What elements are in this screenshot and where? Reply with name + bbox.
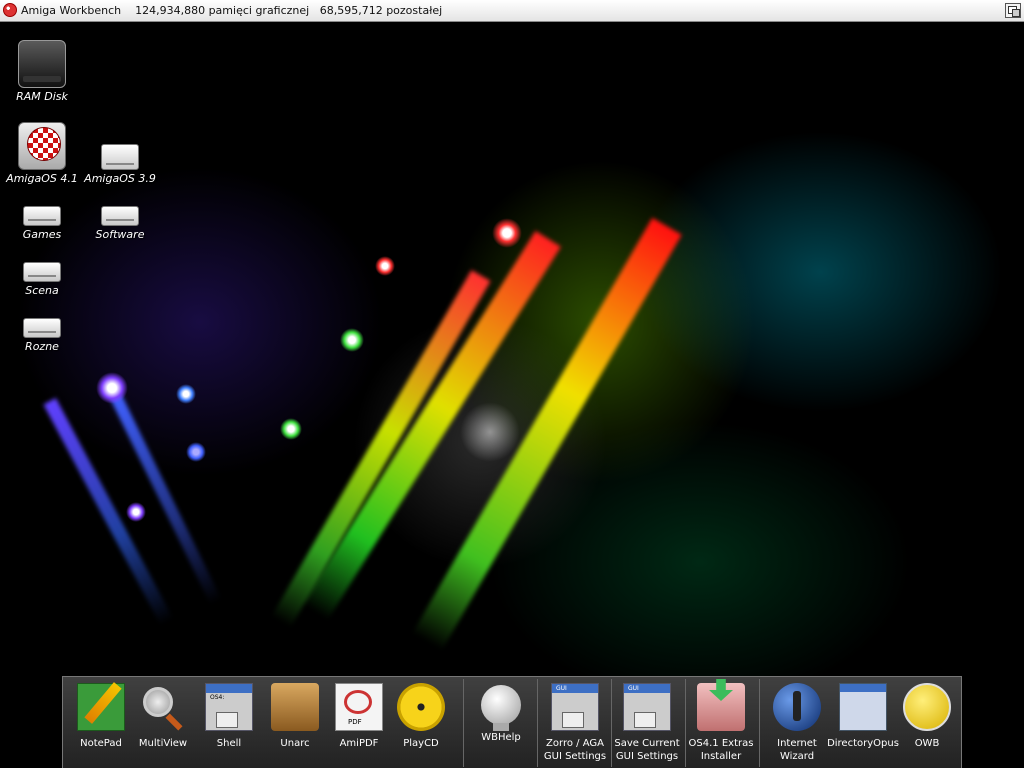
dock-item-label: Shell [216, 738, 242, 749]
icon-label: Games [22, 228, 62, 241]
scena-volume-icon[interactable]: Scena [2, 262, 82, 297]
games-volume-icon[interactable]: Games [2, 206, 82, 241]
ram-disk-icon[interactable]: RAM Disk [2, 40, 82, 103]
icon-label: Software [95, 228, 145, 241]
screen-title-bar[interactable]: Amiga Workbench 124,934,880 pamięci graf… [0, 0, 1024, 22]
boing-ball-drive-icon [18, 122, 66, 170]
notepad-icon [77, 683, 125, 731]
light-ray-decoration [43, 397, 174, 626]
dock-item-save-current-gui-settings[interactable]: GUI Save Current GUI Settings [609, 683, 685, 763]
dock-item-owb[interactable]: OWB [889, 683, 965, 750]
dock-item-internet-wizard[interactable]: Internet Wizard [759, 683, 835, 763]
directory-opus-icon [839, 683, 887, 731]
amidock: NotePad MultiView OS4: Shell Unarc PDF A… [62, 676, 962, 768]
dock-item-label: MultiView [138, 738, 188, 749]
gui-icon-text: GUI [556, 685, 567, 692]
dock-item-label: PlayCD [403, 738, 439, 749]
shell-window-icon: OS4: [205, 683, 253, 731]
dock-item-os41-extras-installer[interactable]: OS4.1 Extras Installer [683, 683, 759, 763]
boing-ball-small-drive-icon [101, 144, 139, 170]
dock-item-label: Internet Wizard [777, 738, 817, 762]
pdf-icon-text: PDF [348, 718, 362, 726]
desktop-wallpaper [0, 22, 1024, 768]
owb-icon [903, 683, 951, 731]
lens-flare-decoration [96, 372, 128, 404]
installer-icon [697, 683, 745, 731]
globe-icon [773, 683, 821, 731]
shell-icon-text: OS4: [210, 694, 225, 701]
rozne-volume-icon[interactable]: Rozne [2, 318, 82, 353]
dock-item-zorro-aga-gui-settings[interactable]: GUI Zorro / AGA GUI Settings [537, 683, 613, 763]
lens-flare-decoration [280, 418, 302, 440]
dock-item-wbhelp[interactable]: WBHelp [463, 683, 539, 744]
amigaos41-volume-icon[interactable]: AmigaOS 4.1 [2, 122, 82, 185]
light-ray-decoration [302, 230, 561, 620]
dock-item-label: Zorro / AGA GUI Settings [543, 738, 607, 762]
lightbulb-icon [481, 685, 521, 731]
gui-settings-icon: GUI [551, 683, 599, 731]
lens-flare-decoration [176, 384, 196, 404]
dock-item-label: Save Current GUI Settings [614, 738, 680, 762]
dock-item-label: OS4.1 Extras Installer [688, 738, 754, 762]
amiga-boing-ball-icon[interactable] [3, 3, 17, 17]
icon-label: Scena [25, 284, 59, 297]
hard-drive-icon [23, 262, 61, 282]
pdf-icon: PDF [335, 683, 383, 731]
screen-title: Amiga Workbench 124,934,880 pamięci graf… [21, 4, 443, 17]
icon-label: AmigaOS 3.9 [84, 172, 156, 185]
hard-drive-icon [23, 206, 61, 226]
hard-drive-icon [101, 206, 139, 226]
light-ray-decoration [412, 217, 682, 651]
icon-label: RAM Disk [16, 90, 68, 103]
cd-icon [397, 683, 445, 731]
screen-depth-gadget-icon[interactable] [1005, 3, 1021, 18]
ram-disk-drive-icon [18, 40, 66, 88]
archive-box-icon [271, 683, 319, 731]
hard-drive-icon [23, 318, 61, 338]
lens-flare-decoration [340, 328, 364, 352]
lens-flare-decoration [492, 218, 522, 248]
lens-flare-decoration [375, 256, 395, 276]
amigaos39-volume-icon[interactable]: AmigaOS 3.9 [80, 144, 160, 185]
lens-flare-decoration [186, 442, 206, 462]
gui-icon-text: GUI [628, 685, 639, 692]
lens-flare-decoration [460, 402, 520, 462]
dock-item-label: OWB [914, 738, 940, 749]
icon-label: Rozne [25, 340, 59, 353]
dock-item-multiview[interactable]: MultiView [125, 683, 201, 750]
dock-item-playcd[interactable]: PlayCD [383, 683, 459, 750]
gui-save-icon: GUI [623, 683, 671, 731]
lens-flare-decoration [126, 502, 146, 522]
software-volume-icon[interactable]: Software [80, 206, 160, 241]
dock-item-shell[interactable]: OS4: Shell [191, 683, 267, 750]
light-ray-decoration [109, 392, 222, 605]
icon-label: AmigaOS 4.1 [6, 172, 78, 185]
magnifier-icon [139, 683, 187, 731]
dock-item-label: WBHelp [481, 732, 521, 743]
